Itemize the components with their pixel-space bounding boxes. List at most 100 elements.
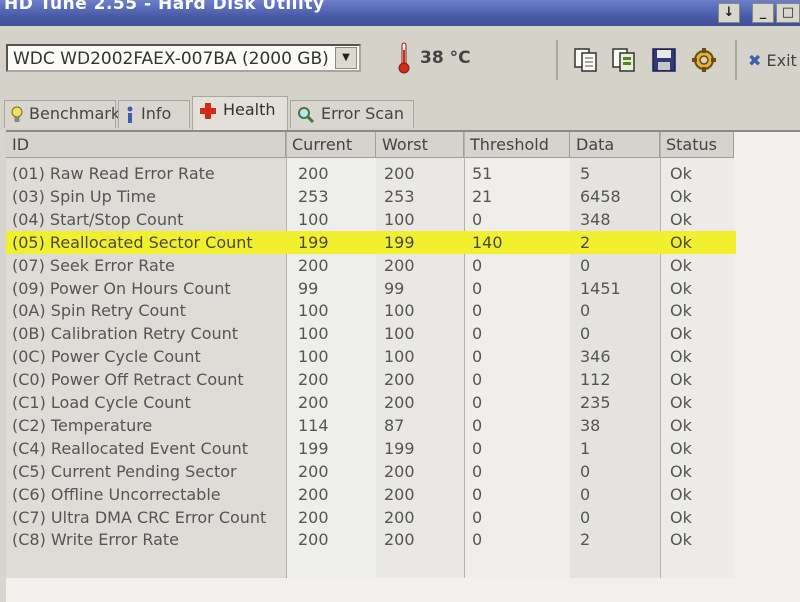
table-row[interactable]: (04) Start/Stop Count 100 100 0 348 Ok	[6, 208, 746, 231]
tab-strip: Benchmark Info Health Error Scan	[0, 96, 800, 130]
health-cross-icon	[200, 102, 216, 119]
cell-status: Ok	[670, 530, 692, 550]
cell-status: Ok	[670, 438, 692, 458]
down-button[interactable]: ↓	[718, 3, 740, 23]
column-header-current[interactable]: Current	[286, 132, 376, 158]
cell-id: (C1) Load Cycle Count	[12, 393, 191, 412]
table-row[interactable]: (C5) Current Pending Sector 200 200 0 0 Ok	[6, 460, 746, 483]
table-row[interactable]: (0B) Calibration Retry Count 100 100 0 0 Ok	[6, 322, 746, 345]
cell-data: 0	[580, 484, 591, 504]
cell-data: 0	[580, 461, 591, 481]
tab-error-scan[interactable]: Error Scan	[290, 100, 414, 128]
table-row[interactable]: (C1) Load Cycle Count 200 200 0 235 Ok	[6, 391, 746, 414]
cell-id: (C2) Temperature	[12, 415, 153, 435]
cell-status: Ok	[670, 324, 692, 344]
cell-id: (C5) Current Pending Sector	[12, 461, 237, 481]
cell-data: 2	[580, 530, 591, 550]
cell-threshold: 0	[472, 370, 483, 390]
column-header-worst[interactable]: Worst	[376, 132, 464, 158]
tab-benchmark-label: Benchmark	[29, 104, 121, 123]
toolbar: WDC WD2002FAEX-007BA (2000 GB) ▼ 38 °C ✖	[0, 26, 800, 96]
toolbar-separator	[735, 40, 737, 80]
column-header-threshold[interactable]: Threshold	[464, 132, 570, 158]
tab-health[interactable]: Health	[192, 96, 288, 130]
cell-status: Ok	[670, 507, 692, 527]
cell-status: Ok	[670, 186, 692, 206]
cell-current: 99	[298, 278, 319, 298]
cell-current: 100	[298, 324, 329, 344]
cell-current: 200	[298, 164, 329, 183]
cell-status: Ok	[670, 301, 692, 321]
cell-worst: 200	[384, 255, 415, 275]
cell-status: Ok	[670, 255, 692, 275]
table-row[interactable]: (C8) Write Error Rate 200 200 0 2 Ok	[6, 528, 746, 551]
cell-worst: 100	[384, 324, 415, 344]
tab-health-label: Health	[223, 100, 276, 119]
table-row[interactable]: (C7) Ultra DMA CRC Error Count 200 200 0 0 Ok	[6, 506, 746, 529]
save-icon[interactable]	[650, 46, 678, 74]
table-row[interactable]: (C4) Reallocated Event Count 199 199 0 1 Ok	[6, 437, 746, 460]
exit-x-icon: ✖	[748, 51, 762, 70]
cell-worst: 199	[384, 438, 415, 458]
cell-current: 200	[298, 530, 329, 550]
table-row[interactable]: (0C) Power Cycle Count 100 100 0 346 Ok	[6, 345, 746, 368]
options-gear-icon[interactable]	[690, 46, 718, 74]
cell-threshold: 0	[472, 507, 483, 527]
cell-worst: 200	[384, 370, 415, 390]
magnifier-icon	[298, 106, 315, 123]
tab-info[interactable]: Info	[118, 100, 190, 128]
copy-all-icon[interactable]	[610, 46, 638, 74]
cell-data: 38	[580, 415, 601, 435]
cell-threshold: 0	[472, 438, 483, 458]
cell-threshold: 0	[472, 484, 483, 504]
table-row[interactable]: (0A) Spin Retry Count 100 100 0 0 Ok	[6, 299, 746, 322]
table-row[interactable]: (01) Raw Read Error Rate 200 200 51 5 Ok	[6, 162, 746, 185]
cell-id: (C8) Write Error Rate	[12, 530, 180, 550]
cell-threshold: 0	[472, 415, 483, 435]
cell-worst: 87	[384, 415, 405, 435]
copy-icon[interactable]	[572, 46, 600, 74]
tab-benchmark[interactable]: Benchmark	[4, 100, 120, 128]
table-row[interactable]: (C2) Temperature 114 87 0 38 Ok	[6, 414, 746, 437]
column-header-data[interactable]: Data	[570, 132, 660, 158]
table-row[interactable]: (C6) Offline Uncorrectable 200 200 0 0 Ok	[6, 483, 746, 506]
column-header-id[interactable]: ID	[6, 132, 286, 158]
chevron-down-icon[interactable]: ▼	[335, 47, 357, 69]
cell-id: (07) Seek Error Rate	[12, 255, 175, 275]
minimize-button[interactable]: _	[752, 3, 774, 23]
cell-current: 200	[298, 393, 329, 412]
cell-data: 5	[580, 164, 591, 183]
restore-button[interactable]: □	[776, 3, 800, 23]
cell-id: (09) Power On Hours Count	[12, 278, 231, 298]
info-icon	[127, 106, 133, 123]
cell-id: (05) Reallocated Sector Count	[12, 232, 253, 252]
table-row[interactable]: (09) Power On Hours Count 99 99 0 1451 Ok	[6, 277, 746, 300]
table-row[interactable]: (C0) Power Off Retract Count 200 200 0 112 Ok	[6, 368, 746, 391]
toolbar-separator	[556, 40, 558, 80]
cell-id: (0A) Spin Retry Count	[12, 301, 186, 321]
cell-threshold: 0	[472, 278, 483, 298]
cell-threshold: 140	[472, 232, 503, 252]
cell-data: 2	[580, 232, 591, 252]
drive-select-value: WDC WD2002FAEX-007BA (2000 GB)	[13, 49, 329, 69]
exit-button[interactable]: ✖ Exit	[748, 51, 797, 70]
cell-worst: 200	[384, 164, 415, 183]
cell-current: 199	[298, 232, 329, 252]
cell-id: (C7) Ultra DMA CRC Error Count	[12, 507, 267, 527]
exit-label: Exit	[766, 51, 797, 70]
smart-table: ID Current Worst Threshold Data Status (…	[6, 130, 800, 602]
table-row[interactable]: (05) Reallocated Sector Count 199 199 140 2 O…	[6, 230, 736, 254]
cell-id: (04) Start/Stop Count	[12, 209, 184, 229]
cell-current: 100	[298, 347, 329, 367]
table-row[interactable]: (03) Spin Up Time 253 253 21 6458 Ok	[6, 185, 746, 208]
drive-select[interactable]: WDC WD2002FAEX-007BA (2000 GB) ▼	[6, 44, 361, 72]
table-row[interactable]: (07) Seek Error Rate 200 200 0 0 Ok	[6, 254, 746, 277]
cell-current: 199	[298, 438, 329, 458]
cell-data: 0	[580, 255, 591, 275]
cell-data: 0	[580, 324, 591, 344]
column-header-status[interactable]: Status	[660, 132, 734, 158]
cell-worst: 100	[384, 347, 415, 367]
cell-threshold: 0	[472, 255, 483, 275]
cell-threshold: 0	[472, 324, 483, 344]
thermometer-icon	[398, 42, 410, 74]
